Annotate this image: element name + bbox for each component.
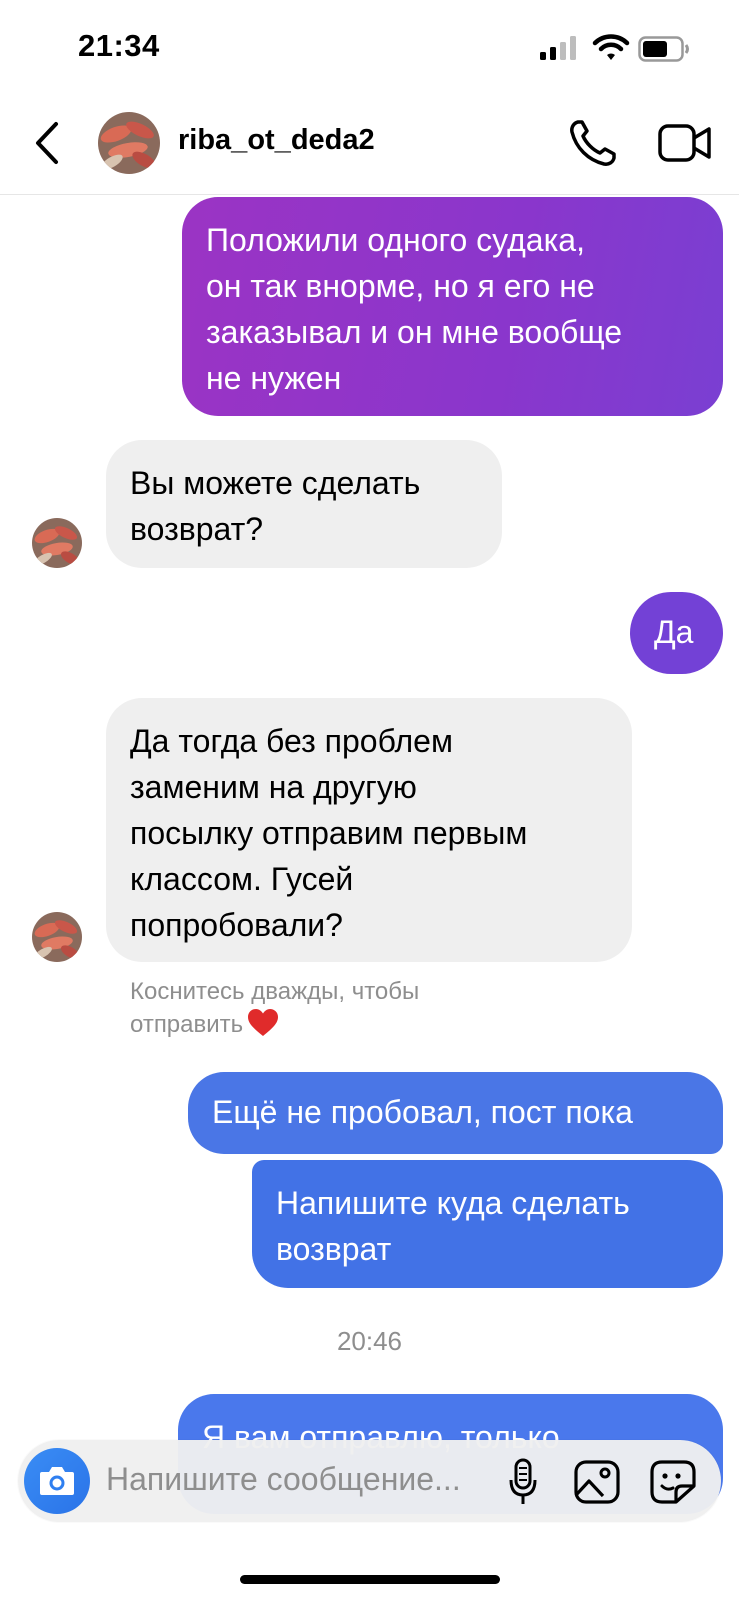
message-text: Да bbox=[654, 614, 694, 650]
gallery-icon[interactable] bbox=[574, 1460, 620, 1504]
cellular-signal-icon bbox=[540, 36, 576, 60]
message-timestamp: 20:46 bbox=[336, 1326, 403, 1356]
outgoing-message[interactable]: Напишите куда сделать возврат bbox=[252, 1160, 723, 1288]
home-indicator[interactable] bbox=[240, 1575, 500, 1584]
sender-avatar[interactable] bbox=[32, 518, 82, 568]
message-text: Вы можете сделать возврат? bbox=[130, 465, 421, 547]
outgoing-message[interactable]: Да bbox=[630, 592, 723, 674]
message-text: Напишите куда сделать возврат bbox=[276, 1185, 630, 1267]
wifi-icon bbox=[592, 34, 630, 60]
outgoing-message[interactable]: Положили одного судака, он так внорме, н… bbox=[182, 197, 723, 416]
contact-username[interactable]: riba_ot_deda2 bbox=[178, 124, 375, 157]
back-chevron-icon[interactable] bbox=[30, 120, 66, 166]
message-input[interactable]: Напишите сообщение... bbox=[106, 1461, 461, 1498]
incoming-message[interactable]: Да тогда без проблем заменим на другую п… bbox=[106, 698, 632, 962]
battery-icon bbox=[638, 36, 689, 62]
sender-avatar[interactable] bbox=[32, 912, 82, 962]
status-time: 21:34 bbox=[78, 28, 160, 63]
phone-call-icon[interactable] bbox=[568, 118, 618, 168]
camera-icon bbox=[40, 1467, 74, 1495]
contact-avatar[interactable] bbox=[98, 112, 160, 174]
heart-icon[interactable] bbox=[247, 1008, 279, 1038]
microphone-icon[interactable] bbox=[508, 1458, 538, 1506]
incoming-message[interactable]: Вы можете сделать возврат? bbox=[106, 440, 502, 568]
double-tap-hint[interactable]: Коснитесь дважды, чтобы отправить bbox=[130, 975, 530, 1041]
outgoing-message[interactable]: Ещё не пробовал, пост пока bbox=[188, 1072, 723, 1154]
header-divider bbox=[0, 194, 739, 195]
camera-button[interactable] bbox=[24, 1448, 90, 1514]
message-text: Да тогда без проблем заменим на другую п… bbox=[130, 723, 528, 943]
message-text: Положили одного судака, он так внорме, н… bbox=[206, 222, 623, 396]
sticker-icon[interactable] bbox=[650, 1460, 696, 1504]
message-text: Ещё не пробовал, пост пока bbox=[212, 1094, 633, 1130]
video-call-icon[interactable] bbox=[658, 120, 712, 166]
